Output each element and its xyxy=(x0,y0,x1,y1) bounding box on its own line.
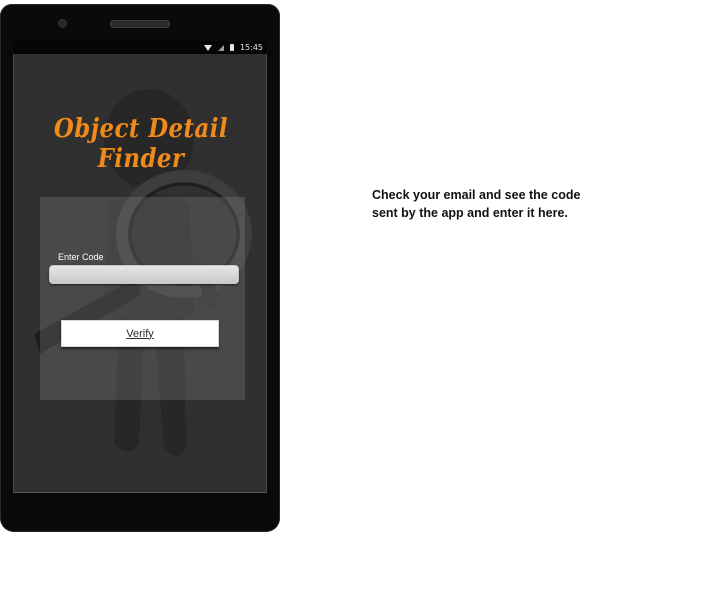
status-bar: 15:45 xyxy=(13,41,267,54)
verify-panel: Enter Code Verify xyxy=(40,197,245,400)
instructions-line-1: Check your email and see the code xyxy=(372,188,581,202)
wifi-icon xyxy=(203,44,212,51)
instructions-line-2: sent by the app and enter it here. xyxy=(372,206,568,220)
enter-code-label: Enter Code xyxy=(58,252,104,262)
instructions-text: Check your email and see the code sent b… xyxy=(372,186,612,222)
screen-divider xyxy=(13,492,267,493)
front-camera-icon xyxy=(59,20,66,27)
status-time: 15:45 xyxy=(239,43,263,52)
code-input[interactable] xyxy=(49,265,239,284)
app-title: Object Detail Finder xyxy=(53,114,229,174)
battery-icon xyxy=(229,44,234,51)
signal-icon xyxy=(217,44,224,51)
verify-button[interactable]: Verify xyxy=(61,320,219,347)
app-screen: Object Detail Finder Enter Code Verify xyxy=(13,54,267,492)
earpiece-speaker xyxy=(110,20,170,28)
